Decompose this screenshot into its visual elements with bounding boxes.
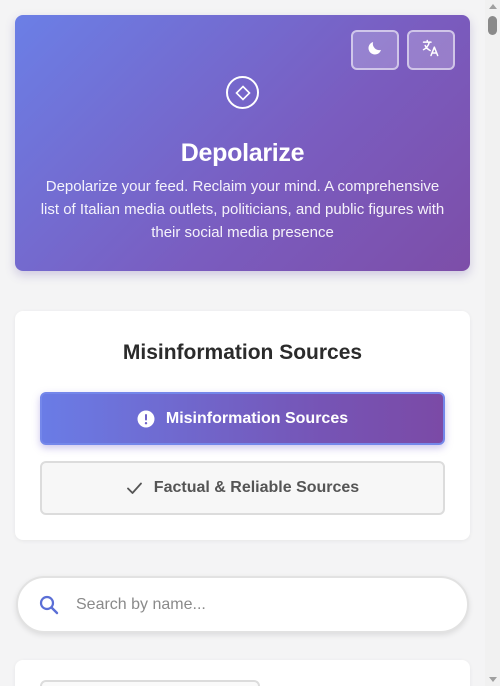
scrollbar[interactable] — [485, 0, 500, 686]
translate-icon — [421, 38, 441, 63]
tab-factual-sources[interactable]: Factual & Reliable Sources — [40, 461, 445, 515]
alert-icon — [137, 410, 155, 428]
hero-banner: Depolarize Depolarize your feed. Reclaim… — [15, 15, 470, 271]
results-card — [15, 660, 470, 686]
diamond-icon — [226, 76, 259, 109]
sources-card: Misinformation Sources Misinformation So… — [15, 311, 470, 540]
app-description: Depolarize your feed. Reclaim your mind.… — [40, 178, 445, 241]
scroll-thumb[interactable] — [488, 16, 497, 35]
check-icon — [126, 481, 143, 495]
theme-toggle-button[interactable] — [351, 30, 399, 70]
scroll-down-icon[interactable] — [489, 677, 497, 682]
section-title: Misinformation Sources — [122, 341, 363, 364]
tab-misinformation-sources[interactable]: Misinformation Sources — [40, 392, 445, 445]
filter-control[interactable] — [40, 680, 260, 686]
scroll-up-icon[interactable] — [489, 4, 497, 9]
moon-icon — [366, 39, 384, 62]
search-icon — [39, 595, 59, 615]
app-title: Depolarize — [180, 139, 305, 167]
language-button[interactable] — [407, 30, 455, 70]
tab-label: Factual & Reliable Sources — [153, 479, 360, 496]
tab-label: Misinformation Sources — [165, 409, 349, 427]
search-bar — [16, 576, 469, 633]
search-input[interactable] — [76, 595, 436, 614]
